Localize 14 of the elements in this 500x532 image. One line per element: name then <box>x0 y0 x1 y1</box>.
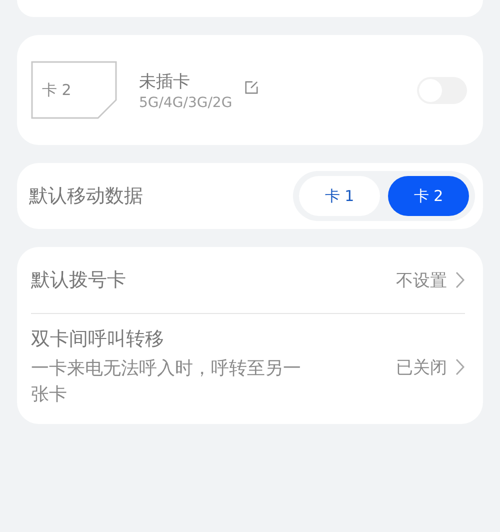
setting-value[interactable]: 已关闭 <box>396 356 447 379</box>
setting-value[interactable]: 不设置 <box>396 268 447 292</box>
chevron-right-icon <box>455 358 465 376</box>
sim-status: 未插卡 <box>139 70 191 92</box>
sim-card-icon: 卡 2 <box>31 61 117 119</box>
setting-label: 默认移动数据 <box>29 184 143 209</box>
chevron-right-icon <box>455 271 465 289</box>
setting-title: 双卡间呼叫转移 <box>31 327 165 352</box>
sim-option-tab[interactable]: 卡 1 <box>299 176 380 216</box>
sim-option-tab[interactable]: 卡 2 <box>388 176 469 216</box>
setting-title: 默认拨号卡 <box>31 268 127 293</box>
network-types: 5G/4G/3G/2G <box>139 94 232 110</box>
setting-description: 一卡来电无法呼入时，呼转至另一张卡 <box>31 357 302 408</box>
edit-icon[interactable] <box>244 80 260 94</box>
